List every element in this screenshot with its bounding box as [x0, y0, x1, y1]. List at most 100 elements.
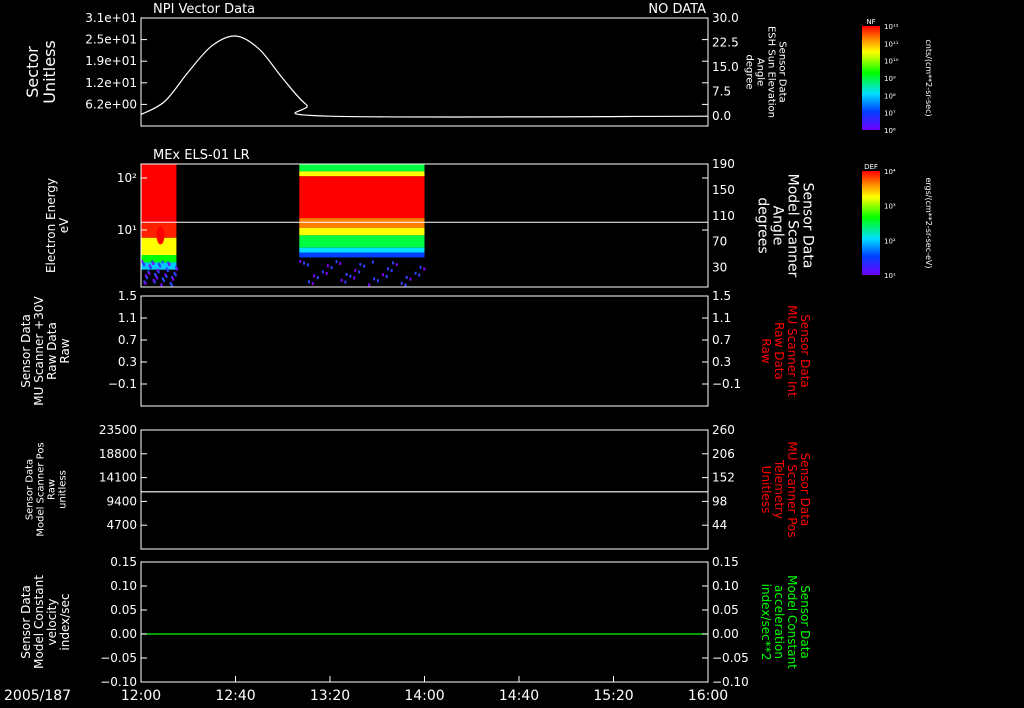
left-tick-label: 6.2e+00: [85, 97, 137, 111]
colorbar-tick-label: 10⁴: [884, 168, 896, 176]
right-axis-label: Raw: [759, 338, 773, 363]
right-axis-label: Sensor Data: [777, 41, 788, 102]
spectrogram-dot: [160, 283, 163, 287]
spectrogram-dot: [306, 263, 309, 267]
spectrogram-dot: [311, 282, 314, 286]
spectrogram-band: [141, 164, 177, 224]
left-tick-label: −0.1: [108, 377, 137, 391]
spectrogram-dot: [390, 269, 393, 273]
right-axis-label: Sensor Data: [798, 453, 812, 527]
colorbar-tick-label: 10¹: [884, 272, 896, 280]
panel-3: 1.5 1.1 0.7 0.3 −0.1 1.5 1.1 0.7 0.3 −0.1 Sensor D…: [19, 289, 812, 407]
spectrogram-dot: [409, 277, 412, 281]
right-tick-label: 70: [712, 235, 727, 249]
spectrogram-dot: [308, 280, 311, 284]
left-tick-label: 1.2e+01: [85, 76, 137, 90]
spectrogram-dot: [299, 259, 302, 263]
right-axis-label: Angle: [755, 58, 766, 86]
spectrogram-dot: [148, 271, 151, 275]
spectrogram-dot: [363, 264, 366, 268]
left-tick-label: 1.5: [118, 289, 137, 303]
right-tick-label: 0.0: [712, 109, 731, 123]
spectrogram-band: [141, 255, 177, 263]
spectrogram-dot: [371, 260, 374, 264]
right-tick-label: 0.05: [712, 603, 739, 617]
spectrogram-dot: [159, 264, 162, 268]
plot-canvas: NPI Vector Data NO DATA 3.1e+01 2.5e+01 1.9e…: [4, 2, 933, 704]
spectrogram-dot: [368, 283, 371, 287]
spectrogram-dot: [419, 265, 422, 269]
left-axis-label: Sensor Data: [25, 459, 36, 520]
colorbar-tick-label: 10⁶: [884, 127, 896, 135]
panel-2: MEx ELS-01 LR 10² 10¹ 190 150 110 70 30 Electron…: [44, 148, 816, 288]
spectrogram-dot: [405, 275, 408, 279]
spectrogram-dot: [339, 261, 342, 265]
right-axis-label: Sensor Data: [798, 585, 812, 659]
colorbar-unit-label: cnts/(cm**2-sr-sec): [924, 39, 933, 116]
spectrogram-dot: [166, 269, 169, 273]
spectrogram-band: [299, 227, 425, 236]
x-tick-label: 14:00: [404, 688, 444, 704]
spectrogram-band: [299, 252, 425, 258]
spectrogram-dot: [344, 280, 347, 284]
left-tick-label: 23500: [99, 423, 137, 437]
spectrogram-dot: [385, 274, 388, 278]
spectrogram-dot: [395, 263, 398, 267]
left-axis-label: Sensor Data: [19, 585, 33, 659]
right-tick-label: 0.10: [712, 579, 739, 593]
right-axis-label: Raw Data: [772, 322, 786, 380]
spectrogram-dot: [152, 261, 155, 265]
spectrogram-band: [299, 171, 425, 177]
left-tick-label: 18800: [99, 447, 137, 461]
right-axis-label: Angle: [770, 206, 786, 246]
left-tick-label: 4700: [106, 518, 137, 532]
left-tick-label: 0.7: [118, 333, 137, 347]
spectrogram-block-1: [141, 164, 179, 287]
spectrogram-dot: [157, 270, 160, 274]
spectrogram-dot: [376, 279, 379, 283]
spectrogram-dot: [359, 262, 362, 266]
colorbar-label: NF: [866, 18, 875, 26]
right-axis-label: ESH Sun Elevation: [766, 26, 777, 118]
spectrogram-dot: [156, 276, 159, 280]
spectrogram-dot: [423, 267, 426, 271]
panel-title: MEx ELS-01 LR: [153, 148, 250, 163]
right-axis-label: degree: [744, 54, 755, 89]
right-axis-label: Sensor Data: [798, 314, 812, 388]
x-tick-label: 12:40: [215, 688, 255, 704]
colorbar-label: DEF: [864, 163, 878, 171]
right-axis-label: Telemetry: [772, 459, 786, 519]
left-axis-label: Sensor Data: [19, 314, 33, 388]
right-tick-label: 30.0: [712, 11, 739, 25]
colorbar-tick-label: 10¹⁰: [884, 58, 899, 66]
right-tick-label: −0.10: [712, 675, 749, 689]
spectrogram-dot: [326, 264, 329, 268]
spectrogram-dot: [313, 274, 316, 278]
left-axis-label: unitless: [58, 470, 69, 509]
spectrogram-dot: [143, 263, 146, 267]
left-axis-label: Raw Data: [45, 322, 59, 380]
right-tick-label: −0.05: [712, 651, 749, 665]
right-tick-label: 7.5: [712, 85, 731, 99]
right-axis-label: index/sec**2: [759, 584, 773, 661]
series-line-1: [140, 35, 709, 118]
colorbar-unit-label: ergs/(cm**2-sr-sec-eV): [924, 177, 933, 268]
panel-frame: [140, 17, 709, 127]
left-axis-label: Raw: [47, 479, 58, 500]
left-axis-label: index/sec: [58, 593, 72, 650]
spectrogram-dot: [325, 271, 328, 275]
left-tick-label: 2.5e+01: [85, 33, 137, 47]
right-tick-label: 15.0: [712, 60, 739, 74]
left-tick-label: −0.05: [100, 651, 137, 665]
right-tick-label: 152: [712, 471, 735, 485]
colorbar-tick-label: 10³: [884, 203, 896, 211]
right-tick-label: 1.5: [712, 289, 731, 303]
right-axis-label: Model Constant: [785, 575, 799, 669]
spectrogram-dot: [418, 273, 421, 277]
right-tick-label: 190: [712, 157, 735, 171]
left-axis-label: velocity: [45, 599, 59, 646]
spectrogram-dot: [161, 260, 164, 264]
spectrogram-hotspot: [156, 226, 165, 245]
spectrogram-dot: [165, 274, 168, 278]
right-axis-label: degrees: [755, 197, 771, 253]
